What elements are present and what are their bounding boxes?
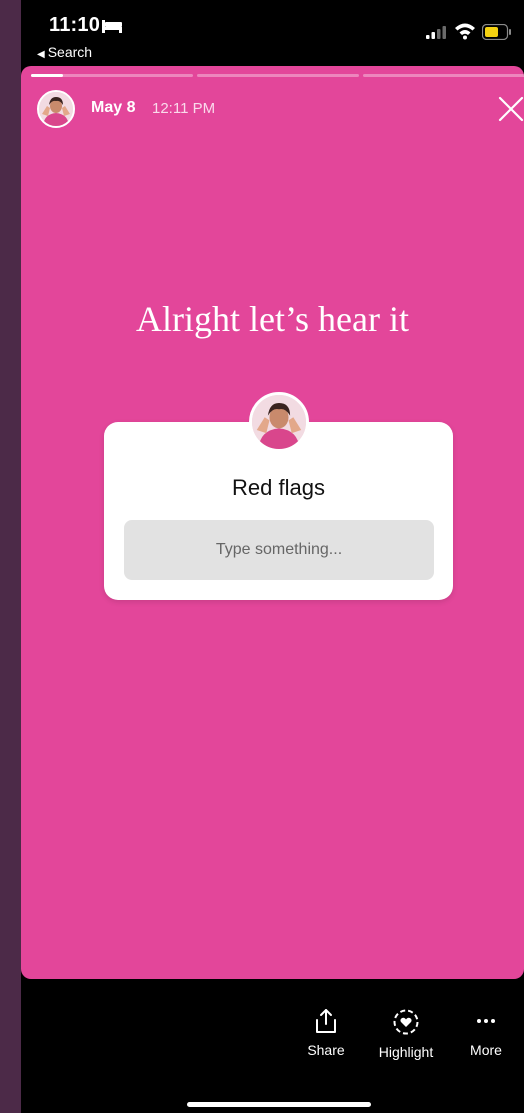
share-button[interactable]: Share	[304, 1008, 348, 1058]
more-button[interactable]: More	[465, 1008, 507, 1058]
highlight-icon	[393, 1009, 419, 1035]
home-indicator[interactable]	[187, 1102, 371, 1107]
phone-screen: 11:10 ◀ Search May 8 12:11 PM Alright le…	[21, 0, 524, 1113]
story-progress-bar	[31, 74, 524, 77]
highlight-label: Highlight	[378, 1044, 434, 1060]
story-headline: Alright let’s hear it	[136, 299, 409, 339]
back-triangle-icon: ◀	[37, 49, 45, 60]
share-label: Share	[307, 1042, 345, 1058]
progress-segment	[197, 74, 359, 77]
status-bar: 11:10 ◀ Search	[21, 0, 524, 66]
question-response-input[interactable]: Type something...	[124, 520, 434, 580]
question-title: Red flags	[232, 475, 325, 500]
progress-segment-active	[31, 74, 193, 77]
more-icon	[477, 1019, 495, 1023]
battery-icon	[481, 23, 512, 41]
more-label: More	[470, 1042, 502, 1058]
story-card[interactable]: May 8 12:11 PM Alright let’s hear it Red…	[21, 66, 524, 979]
back-to-search-link[interactable]: ◀ Search	[37, 44, 92, 60]
wifi-icon	[454, 22, 476, 40]
progress-segment	[363, 74, 524, 77]
question-avatar	[249, 392, 309, 452]
highlight-button[interactable]: Highlight	[373, 1008, 439, 1060]
close-icon[interactable]	[498, 96, 524, 122]
status-time: 11:10	[49, 14, 101, 36]
author-avatar[interactable]	[37, 90, 75, 128]
story-date: May 8	[91, 99, 136, 116]
share-icon	[316, 1009, 336, 1033]
bed-icon	[101, 18, 123, 34]
back-label: Search	[47, 44, 93, 60]
story-time: 12:11 PM	[152, 100, 216, 117]
signal-icon	[426, 25, 448, 39]
bottom-action-bar: Share Highlight More	[21, 1008, 524, 1078]
progress-segment-fill	[31, 74, 64, 77]
